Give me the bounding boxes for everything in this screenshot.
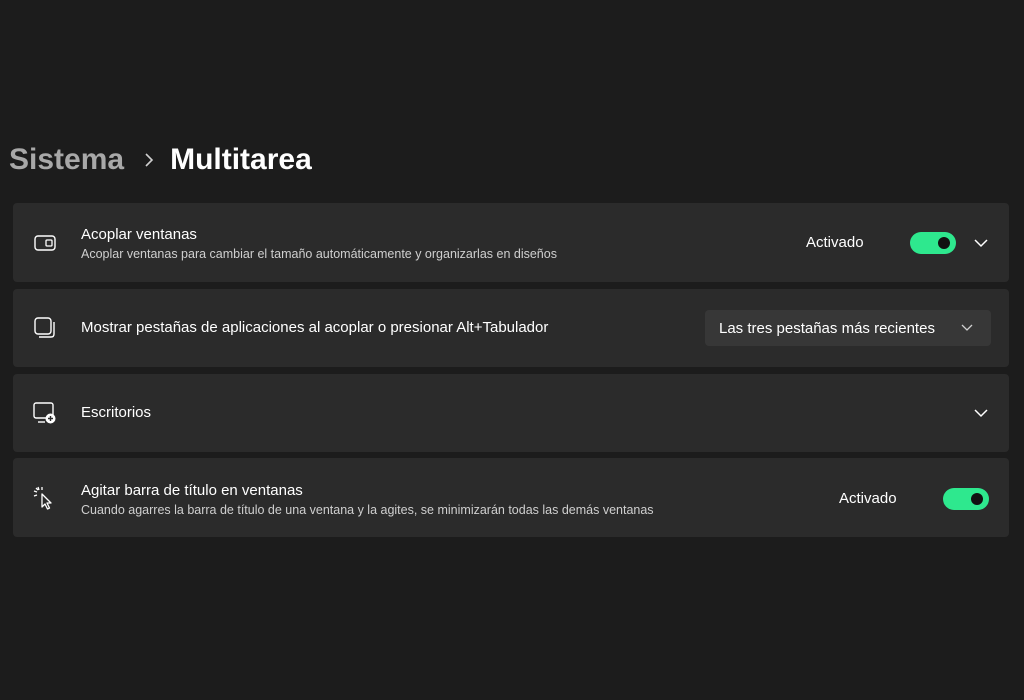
breadcrumb-parent-sistema[interactable]: Sistema — [9, 143, 124, 177]
toggle-knob — [971, 493, 983, 505]
chevron-right-icon — [144, 153, 154, 167]
toggle-state-label: Activado — [806, 234, 864, 251]
setting-description: Cuando agarres la barra de título de una… — [81, 503, 654, 517]
shake-cursor-icon — [33, 486, 57, 510]
snap-windows-toggle[interactable] — [910, 232, 956, 254]
setting-app-tabs-text: Mostrar pestañas de aplicaciones al acop… — [81, 318, 548, 338]
page-title: Multitarea — [170, 143, 312, 176]
setting-title-bar-shake: Agitar barra de título en ventanas Cuand… — [13, 458, 1009, 537]
setting-snap-windows[interactable]: Acoplar ventanas Acoplar ventanas para c… — [13, 203, 1009, 282]
app-tabs-icon — [33, 316, 57, 340]
setting-desktops[interactable]: Escritorios — [13, 374, 1009, 452]
toggle-state-label: Activado — [839, 490, 897, 507]
breadcrumb: Sistema Multitarea — [9, 140, 312, 180]
setting-title: Agitar barra de título en ventanas — [81, 482, 303, 499]
setting-title: Mostrar pestañas de aplicaciones al acop… — [81, 319, 549, 336]
setting-app-tabs: Mostrar pestañas de aplicaciones al acop… — [13, 289, 1009, 367]
setting-title: Acoplar ventanas — [81, 226, 197, 243]
desktops-icon — [33, 401, 57, 425]
setting-snap-windows-text: Acoplar ventanas Acoplar ventanas para c… — [81, 225, 557, 263]
snap-windows-icon — [33, 231, 57, 255]
setting-title-bar-shake-text: Agitar barra de título en ventanas Cuand… — [81, 481, 654, 519]
dropdown-selected-value: Las tres pestañas más recientes — [719, 319, 935, 337]
toggle-knob — [938, 237, 950, 249]
chevron-down-icon[interactable] — [973, 235, 989, 251]
title-bar-shake-toggle[interactable] — [943, 488, 989, 510]
app-tabs-dropdown[interactable]: Las tres pestañas más recientes — [705, 310, 991, 346]
chevron-down-icon — [959, 320, 975, 336]
setting-title: Escritorios — [81, 404, 152, 421]
setting-desktops-text: Escritorios — [81, 403, 151, 423]
chevron-down-icon[interactable] — [973, 405, 989, 421]
setting-description: Acoplar ventanas para cambiar el tamaño … — [81, 247, 557, 261]
